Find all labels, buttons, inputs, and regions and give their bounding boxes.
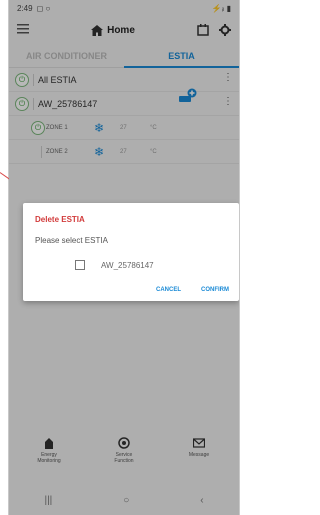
dialog-option[interactable]: AW_25786147	[75, 260, 154, 270]
option-label: AW_25786147	[101, 260, 154, 270]
option-checkbox[interactable]	[75, 260, 85, 270]
frame-line-right	[239, 0, 240, 515]
screen: 2:49 ◻ ○ ⚡ᵢₗ ▮ Home AIR CONDITIONER ESTI…	[9, 0, 239, 515]
dialog-subtitle: Please select ESTIA	[35, 236, 108, 245]
confirm-button[interactable]: CONFIRM	[201, 287, 229, 293]
delete-dialog: Delete ESTIA Please select ESTIA AW_2578…	[23, 203, 239, 301]
dialog-actions: CANCEL CONFIRM	[156, 287, 229, 293]
phone-frame: 2:49 ◻ ○ ⚡ᵢₗ ▮ Home AIR CONDITIONER ESTI…	[0, 0, 248, 515]
cancel-button[interactable]: CANCEL	[156, 287, 181, 293]
dialog-title: Delete ESTIA	[35, 215, 85, 224]
